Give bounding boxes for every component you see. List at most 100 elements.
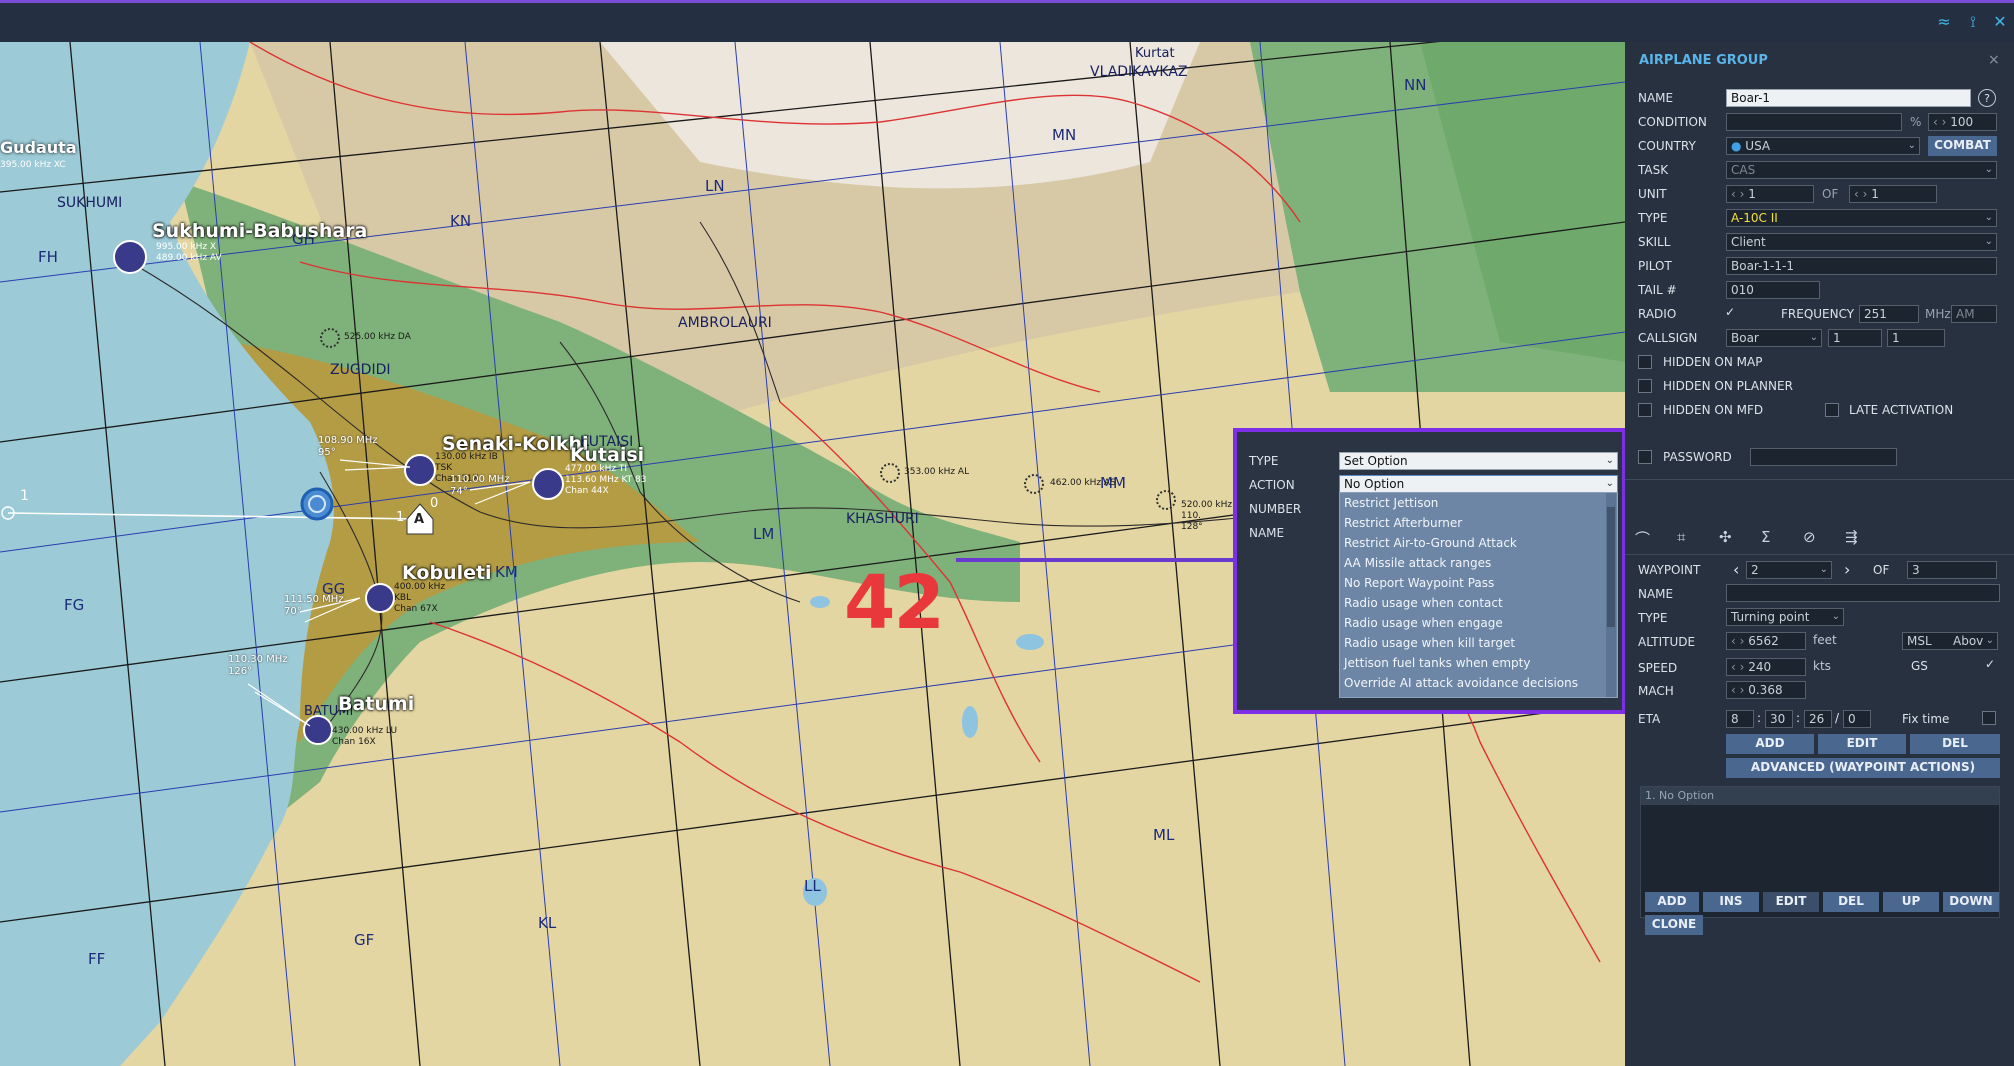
callsign-num1-input[interactable]: 1	[1828, 329, 1882, 347]
stepper-icon[interactable]: ‹ ›	[1731, 187, 1748, 201]
list-ins-button[interactable]: INS	[1703, 892, 1759, 912]
airfield-label[interactable]: Batumi	[338, 693, 414, 715]
action-select[interactable]: No Option ⌄	[1339, 475, 1618, 493]
airfield-label[interactable]: Kobuleti	[402, 562, 492, 584]
list-up-button[interactable]: UP	[1883, 892, 1939, 912]
list-add-button[interactable]: ADD	[1645, 892, 1699, 912]
condition-slider[interactable]	[1726, 113, 1902, 131]
airfield-label[interactable]: Sukhumi-Babushara	[152, 220, 367, 242]
stepper-icon[interactable]: ‹ ›	[1933, 115, 1950, 129]
summary-tab-icon[interactable]: Σ	[1761, 528, 1770, 546]
list-down-button[interactable]: DOWN	[1943, 892, 1999, 912]
wp-add-button[interactable]: ADD	[1726, 734, 1814, 754]
dropdown-option[interactable]: No Report Waypoint Pass	[1340, 573, 1617, 593]
fix-time-checkbox[interactable]	[1982, 711, 1996, 725]
hidden-on-planner-label: HIDDEN ON PLANNER	[1663, 379, 1793, 393]
callsign-num2-input[interactable]: 1	[1887, 329, 1945, 347]
frequency-label: FREQUENCY	[1781, 307, 1855, 321]
dropdown-option[interactable]: Restrict Jettison	[1340, 493, 1617, 513]
waypoint-label[interactable]: 0	[430, 496, 438, 511]
route-tab-icon[interactable]: ⌒	[1635, 528, 1650, 549]
dropdown-option[interactable]: Radio usage when engage	[1340, 613, 1617, 633]
scrollbar-thumb[interactable]	[1607, 507, 1615, 627]
gs-checkbox[interactable]: ✓	[1985, 657, 1995, 671]
list-clone-button[interactable]: CLONE	[1645, 915, 1703, 935]
task-select[interactable]: CAS ⌄	[1726, 161, 1997, 179]
unit-input[interactable]: ‹ › 1	[1726, 185, 1814, 203]
wp-edit-button[interactable]: EDIT	[1818, 734, 1906, 754]
type-select[interactable]: Set Option ⌄	[1339, 452, 1618, 470]
password-checkbox[interactable]	[1638, 450, 1652, 464]
hidden-on-mfd-checkbox[interactable]	[1638, 403, 1652, 417]
eta-hour-input[interactable]: 30	[1765, 710, 1793, 728]
hidden-on-planner-checkbox[interactable]	[1638, 379, 1652, 393]
eta-day-input[interactable]: 8	[1726, 710, 1754, 728]
dropdown-option[interactable]: Jettison fuel tanks when empty	[1340, 653, 1617, 673]
late-activation-checkbox[interactable]	[1825, 403, 1839, 417]
tools-icon[interactable]: ✕	[1991, 13, 2009, 31]
stepper-icon[interactable]: ‹ ›	[1731, 634, 1748, 648]
wp-name-input[interactable]	[1726, 584, 2000, 602]
wp-del-button[interactable]: DEL	[1910, 734, 2000, 754]
stepper-icon[interactable]: ‹ ›	[1731, 683, 1748, 697]
dropdown-option[interactable]: Override AI attack avoidance decisions	[1340, 673, 1617, 693]
list-edit-button[interactable]: EDIT	[1763, 892, 1819, 912]
settings-tab-icon[interactable]: ⇶	[1845, 528, 1858, 546]
dropdown-option[interactable]: Radio usage when contact	[1340, 593, 1617, 613]
alt-mode-value: Abov	[1953, 634, 1984, 648]
waypoint-label[interactable]: 1	[396, 510, 404, 525]
dropdown-option[interactable]: Restrict Afterburner	[1340, 513, 1617, 533]
altitude-label: ALTITUDE	[1638, 635, 1696, 649]
grid-label: LN	[705, 177, 725, 195]
tail-input[interactable]: 010	[1726, 281, 1820, 299]
radio-checkbox[interactable]: ✓	[1725, 305, 1735, 319]
eta-min-input[interactable]: 26	[1804, 710, 1832, 728]
restrictions-tab-icon[interactable]: ⊘	[1803, 528, 1816, 546]
combat-button[interactable]: COMBAT	[1928, 136, 1997, 156]
wp-type-select[interactable]: Turning point ⌄	[1726, 608, 1844, 626]
callsign-select[interactable]: Boar ⌄	[1726, 329, 1822, 347]
password-input[interactable]	[1750, 448, 1897, 466]
skill-select[interactable]: Client ⌄	[1726, 233, 1997, 251]
name-input[interactable]: Boar-1	[1726, 89, 1971, 107]
airfield-label[interactable]: Kutaisi	[570, 444, 644, 466]
chevron-down-icon: ⌄	[1985, 635, 1994, 646]
condition-label: CONDITION	[1638, 115, 1707, 129]
country-select[interactable]: ● USA ⌄	[1726, 137, 1920, 155]
frequency-input[interactable]: 251	[1859, 305, 1919, 323]
modulation-select[interactable]: AM	[1951, 305, 1997, 323]
condition-input[interactable]: ‹ › 100	[1928, 113, 1997, 131]
nav-freq-label: 995.00 kHz X 489.00 kHz AV	[156, 242, 222, 263]
help-icon[interactable]: ?	[1978, 89, 1996, 107]
nav-freq-label: 400.00 kHz KBL Chan 67X	[394, 582, 446, 614]
waypoint-label[interactable]: 1	[20, 488, 29, 504]
stepper-icon[interactable]: ‹ ›	[1854, 187, 1871, 201]
list-item[interactable]: 1. No Option	[1641, 787, 1999, 805]
payload-tab-icon[interactable]: ✣	[1719, 528, 1732, 546]
eta-sec-input[interactable]: 0	[1843, 710, 1871, 728]
chevron-down-icon: ⌄	[1984, 236, 1993, 247]
altitude-ref-select[interactable]: MSL Abov ⌄	[1902, 632, 1998, 650]
dropdown-option[interactable]: AA Missile attack ranges	[1340, 553, 1617, 573]
stepper-icon[interactable]: ‹ ›	[1731, 660, 1748, 674]
pilot-input[interactable]: Boar-1-1-1	[1726, 257, 1997, 275]
waypoint-marker-label[interactable]: A	[414, 512, 424, 527]
dropdown-option[interactable]: Radio usage when kill target	[1340, 633, 1617, 653]
close-icon[interactable]: ×	[1988, 52, 2000, 68]
mach-input[interactable]: ‹ › 0.368	[1726, 681, 1806, 699]
action-dropdown-list[interactable]: Restrict Jettison Restrict Afterburner R…	[1339, 492, 1618, 698]
dropdown-option[interactable]: Restrict Air-to-Ground Attack	[1340, 533, 1617, 553]
dropdown-scrollbar[interactable]	[1606, 493, 1616, 697]
waypoint-select[interactable]: 2 ⌄	[1746, 561, 1832, 579]
speed-input[interactable]: ‹ › 240	[1726, 658, 1806, 676]
triggers-tab-icon[interactable]: ⌗	[1677, 528, 1685, 546]
list-del-button[interactable]: DEL	[1823, 892, 1879, 912]
unit-of-input[interactable]: ‹ › 1	[1849, 185, 1937, 203]
chevron-left-icon[interactable]: ‹	[1733, 560, 1739, 579]
hidden-on-map-checkbox[interactable]	[1638, 355, 1652, 369]
chevron-right-icon[interactable]: ›	[1844, 560, 1850, 579]
advanced-waypoint-actions-button[interactable]: ADVANCED (WAYPOINT ACTIONS)	[1726, 758, 2000, 778]
altitude-input[interactable]: ‹ › 6562	[1726, 632, 1806, 650]
aircraft-type-select[interactable]: A-10C II ⌄	[1726, 209, 1997, 227]
condition-value: 100	[1950, 115, 1974, 129]
